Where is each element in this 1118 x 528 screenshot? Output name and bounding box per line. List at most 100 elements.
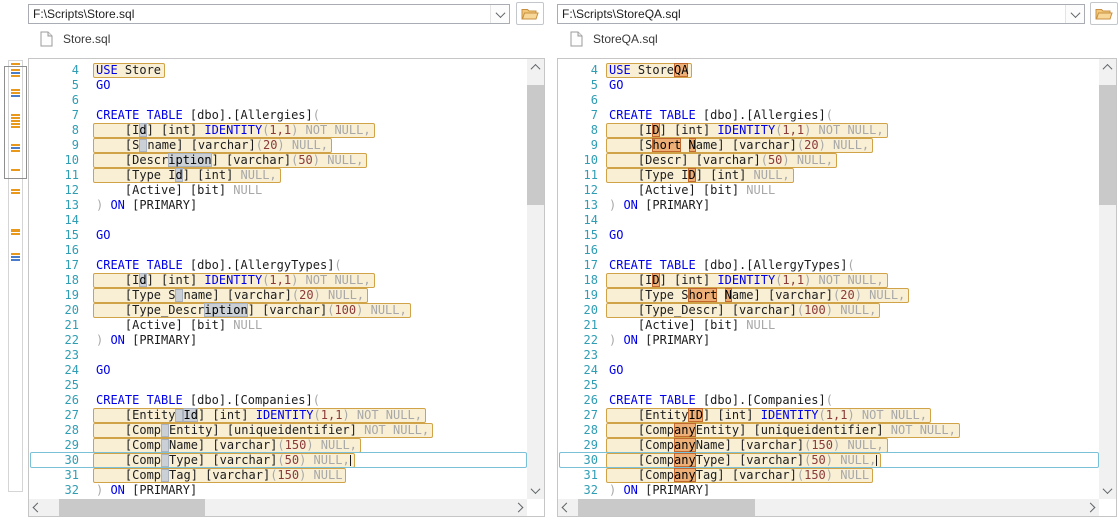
right-horizontal-scrollbar[interactable] bbox=[558, 499, 1099, 516]
left-horizontal-scrollbar[interactable] bbox=[29, 499, 527, 516]
right-vscroll-thumb[interactable] bbox=[1099, 85, 1116, 205]
code-line-26[interactable]: 26 CREATE TABLE [dbo].[Companies]( bbox=[558, 393, 1099, 408]
chevron-left-icon[interactable] bbox=[29, 499, 46, 516]
chevron-down-icon[interactable] bbox=[1099, 482, 1116, 499]
code-line-29[interactable]: 29 [CompanyName] [varchar](150) NULL, bbox=[558, 438, 1099, 453]
code-line-18[interactable]: 18 [ID] [int] IDENTITY(1,1) NOT NULL, bbox=[558, 273, 1099, 288]
chevron-up-icon[interactable] bbox=[527, 59, 544, 76]
left-vscroll-thumb[interactable] bbox=[527, 85, 544, 205]
code-line-28[interactable]: 28 [CompanyEntity] [uniqueidentifier] NO… bbox=[558, 423, 1099, 438]
code-line-8[interactable]: 8 [Id] [int] IDENTITY(1,1) NOT NULL, bbox=[29, 123, 527, 138]
code-line-25[interactable]: 25 bbox=[29, 378, 527, 393]
code-line-19[interactable]: 19 [Type Short Name] [varchar](20) NULL, bbox=[558, 288, 1099, 303]
code-line-25[interactable]: 25 bbox=[558, 378, 1099, 393]
code-token: ( bbox=[825, 108, 833, 122]
code-line-11[interactable]: 11 [Type ID] [int] NULL, bbox=[558, 168, 1099, 183]
left-path-combobox[interactable] bbox=[28, 4, 510, 24]
chevron-up-icon[interactable] bbox=[1099, 59, 1116, 76]
code-line-6[interactable]: 6 bbox=[29, 93, 527, 108]
right-path-combobox[interactable] bbox=[557, 4, 1085, 24]
code-line-4[interactable]: 4 USE Store bbox=[29, 63, 527, 78]
code-line-20[interactable]: 20 [Type_Description] [varchar](100) NUL… bbox=[29, 303, 527, 318]
code-line-6[interactable]: 6 bbox=[558, 93, 1099, 108]
left-vertical-scrollbar[interactable] bbox=[527, 59, 544, 499]
code-line-12[interactable]: 12 [Active] [bit] NULL bbox=[558, 183, 1099, 198]
right-file-tab[interactable]: StoreQA.sql bbox=[570, 29, 658, 49]
diff-mark[interactable] bbox=[11, 63, 20, 65]
diff-mark[interactable] bbox=[11, 192, 20, 194]
code-line-21[interactable]: 21 [Active] [bit] NULL bbox=[558, 318, 1099, 333]
diff-mark[interactable] bbox=[11, 189, 20, 191]
right-path-input[interactable] bbox=[558, 5, 1070, 23]
code-line-5[interactable]: 5 GO bbox=[29, 78, 527, 93]
left-code-area[interactable]: 4 USE Store 5 GO 6 7 CREATE TABLE [dbo].[Aller… bbox=[29, 59, 527, 499]
diff-mark[interactable] bbox=[11, 256, 20, 258]
code-line-11[interactable]: 11 [Type Id] [int] NULL, bbox=[29, 168, 527, 183]
code-token: Id bbox=[183, 408, 198, 422]
code-line-21[interactable]: 21 [Active] [bit] NULL bbox=[29, 318, 527, 333]
overview-viewport-handle[interactable] bbox=[4, 66, 27, 179]
code-line-9[interactable]: 9 [S name] [varchar](20) NULL, bbox=[29, 138, 527, 153]
code-line-20[interactable]: 20 [Type_Descr] [varchar](100) NULL, bbox=[558, 303, 1099, 318]
code-line-22[interactable]: 22) ON [PRIMARY] bbox=[558, 333, 1099, 348]
left-browse-button[interactable] bbox=[516, 2, 544, 25]
code-line-10[interactable]: 10 [Descr] [varchar](50) NULL, bbox=[558, 153, 1099, 168]
code-line-17[interactable]: 17 CREATE TABLE [dbo].[AllergyTypes]( bbox=[29, 258, 527, 273]
code-line-23[interactable]: 23 bbox=[29, 348, 527, 363]
right-hscroll-thumb[interactable] bbox=[578, 499, 755, 516]
right-browse-button[interactable] bbox=[1090, 2, 1118, 25]
code-line-30[interactable]: 30 [Comp Type] [varchar](50) NULL, bbox=[29, 452, 527, 468]
code-line-18[interactable]: 18 [Id] [int] IDENTITY(1,1) NOT NULL, bbox=[29, 273, 527, 288]
diff-mark[interactable] bbox=[11, 233, 20, 235]
diff-line-content: [CompanyType] [varchar](50) NULL, bbox=[606, 453, 882, 468]
code-line-4[interactable]: 4 USE StoreQA bbox=[558, 63, 1099, 78]
code-line-28[interactable]: 28 [Comp Entity] [uniqueidentifier] NOT N… bbox=[29, 423, 527, 438]
code-line-5[interactable]: 5 GO bbox=[558, 78, 1099, 93]
code-line-7[interactable]: 7 CREATE TABLE [dbo].[Allergies]( bbox=[558, 108, 1099, 123]
code-line-14[interactable]: 14 bbox=[558, 213, 1099, 228]
code-line-23[interactable]: 23 bbox=[558, 348, 1099, 363]
code-line-12[interactable]: 12 [Active] [bit] NULL bbox=[29, 183, 527, 198]
code-line-26[interactable]: 26 CREATE TABLE [dbo].[Companies]( bbox=[29, 393, 527, 408]
code-line-15[interactable]: 15 GO bbox=[29, 228, 527, 243]
code-line-8[interactable]: 8 [ID] [int] IDENTITY(1,1) NOT NULL, bbox=[558, 123, 1099, 138]
code-token: D bbox=[688, 168, 696, 182]
left-path-input[interactable] bbox=[29, 5, 495, 23]
code-line-13[interactable]: 13) ON [PRIMARY] bbox=[558, 198, 1099, 213]
diff-mark[interactable] bbox=[11, 229, 20, 232]
code-line-24[interactable]: 24 GO bbox=[29, 363, 527, 378]
chevron-down-icon[interactable] bbox=[527, 482, 544, 499]
code-line-13[interactable]: 13) ON [PRIMARY] bbox=[29, 198, 527, 213]
code-line-31[interactable]: 31 [Comp Tag] [varchar](150) NULL bbox=[29, 468, 527, 483]
code-line-19[interactable]: 19 [Type S name] [varchar](20) NULL, bbox=[29, 288, 527, 303]
code-line-31[interactable]: 31 [CompanyTag] [varchar](150) NULL bbox=[558, 468, 1099, 483]
code-token: ] [int] bbox=[182, 168, 241, 182]
chevron-right-icon[interactable] bbox=[1082, 499, 1099, 516]
code-line-24[interactable]: 24 GO bbox=[558, 363, 1099, 378]
code-line-27[interactable]: 27 [EntityID] [int] IDENTITY(1,1) NOT NU… bbox=[558, 408, 1099, 423]
left-path-dropdown-button[interactable] bbox=[490, 5, 509, 23]
code-line-14[interactable]: 14 bbox=[29, 213, 527, 228]
code-line-32[interactable]: 32) ON [PRIMARY] bbox=[29, 483, 527, 498]
diff-mark[interactable] bbox=[11, 253, 20, 255]
left-file-tab[interactable]: Store.sql bbox=[40, 29, 110, 49]
code-line-17[interactable]: 17 CREATE TABLE [dbo].[AllergyTypes]( bbox=[558, 258, 1099, 273]
code-line-16[interactable]: 16 bbox=[29, 243, 527, 258]
chevron-left-icon[interactable] bbox=[558, 499, 575, 516]
code-line-10[interactable]: 10 [Description] [varchar](50) NULL, bbox=[29, 153, 527, 168]
code-line-32[interactable]: 32) ON [PRIMARY] bbox=[558, 483, 1099, 498]
code-line-22[interactable]: 22) ON [PRIMARY] bbox=[29, 333, 527, 348]
right-path-dropdown-button[interactable] bbox=[1065, 5, 1084, 23]
right-vertical-scrollbar[interactable] bbox=[1099, 59, 1116, 499]
code-line-15[interactable]: 15 GO bbox=[558, 228, 1099, 243]
right-code-area[interactable]: 4 USE StoreQA 5 GO 6 7 CREATE TABLE [dbo].[All… bbox=[558, 59, 1099, 499]
code-line-29[interactable]: 29 [Comp Name] [varchar](150) NULL, bbox=[29, 438, 527, 453]
code-line-16[interactable]: 16 bbox=[558, 243, 1099, 258]
diff-mark[interactable] bbox=[11, 259, 20, 261]
code-line-30[interactable]: 30 [CompanyType] [varchar](50) NULL, bbox=[558, 452, 1099, 468]
chevron-right-icon[interactable] bbox=[510, 499, 527, 516]
code-line-7[interactable]: 7 CREATE TABLE [dbo].[Allergies]( bbox=[29, 108, 527, 123]
left-hscroll-thumb[interactable] bbox=[59, 499, 205, 516]
code-line-9[interactable]: 9 [Short Name] [varchar](20) NULL, bbox=[558, 138, 1099, 153]
code-line-27[interactable]: 27 [Entity Id] [int] IDENTITY(1,1) NOT NU… bbox=[29, 408, 527, 423]
